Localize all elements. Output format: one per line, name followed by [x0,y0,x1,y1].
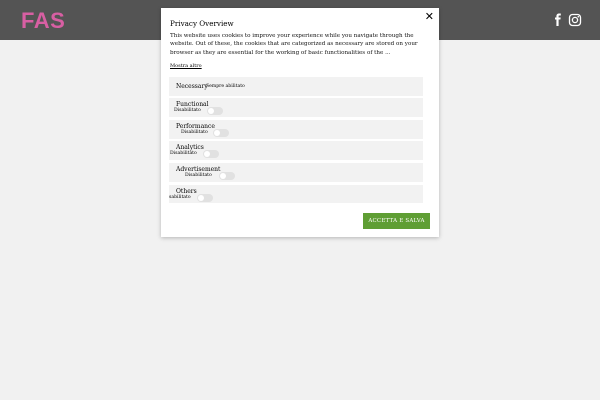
category-others[interactable]: Others sabilitato [169,185,423,203]
category-analytics[interactable]: Analytics Disabilitato [169,141,423,160]
category-status: sabilitato [169,195,191,200]
category-status: Disabilitato [181,130,208,135]
close-icon[interactable]: ✕ [425,11,434,22]
category-toggle[interactable] [213,129,229,137]
category-performance[interactable]: Performance Disabilitato [169,120,423,139]
category-advertisement[interactable]: Advertisement Disabilitato [169,163,423,182]
category-name: Analytics [176,144,204,151]
category-status: Disabilitato [170,151,197,156]
instagram-icon[interactable] [568,13,582,27]
category-name: Performance [176,123,215,130]
category-toggle[interactable] [197,194,213,202]
category-name: Advertisement [176,166,221,173]
category-name: Others [176,188,197,195]
category-necessary[interactable]: Necessary Sempre abilitato [169,77,423,96]
category-toggle[interactable] [207,107,223,115]
cookie-categories: Necessary Sempre abilitato Functional Di… [169,77,431,203]
site-logo[interactable]: FAS [21,8,65,34]
category-functional[interactable]: Functional Disabilitato [169,98,423,117]
privacy-modal: ✕ Privacy Overview This website uses coo… [161,8,439,237]
category-status: Sempre abilitato [206,84,245,89]
accept-and-save-button[interactable]: ACCETTA E SALVA [363,213,430,229]
facebook-icon[interactable] [551,13,565,27]
category-toggle[interactable] [203,150,219,158]
modal-description: This website uses cookies to improve you… [170,33,418,56]
modal-title: Privacy Overview [170,19,234,28]
category-name: Necessary [176,83,208,90]
category-toggle[interactable] [219,172,235,180]
category-status: Disabilitato [174,108,201,113]
category-name: Functional [176,101,209,108]
category-status: Disabilitato [185,173,212,178]
show-more-link[interactable]: Mostra altro [170,63,202,69]
